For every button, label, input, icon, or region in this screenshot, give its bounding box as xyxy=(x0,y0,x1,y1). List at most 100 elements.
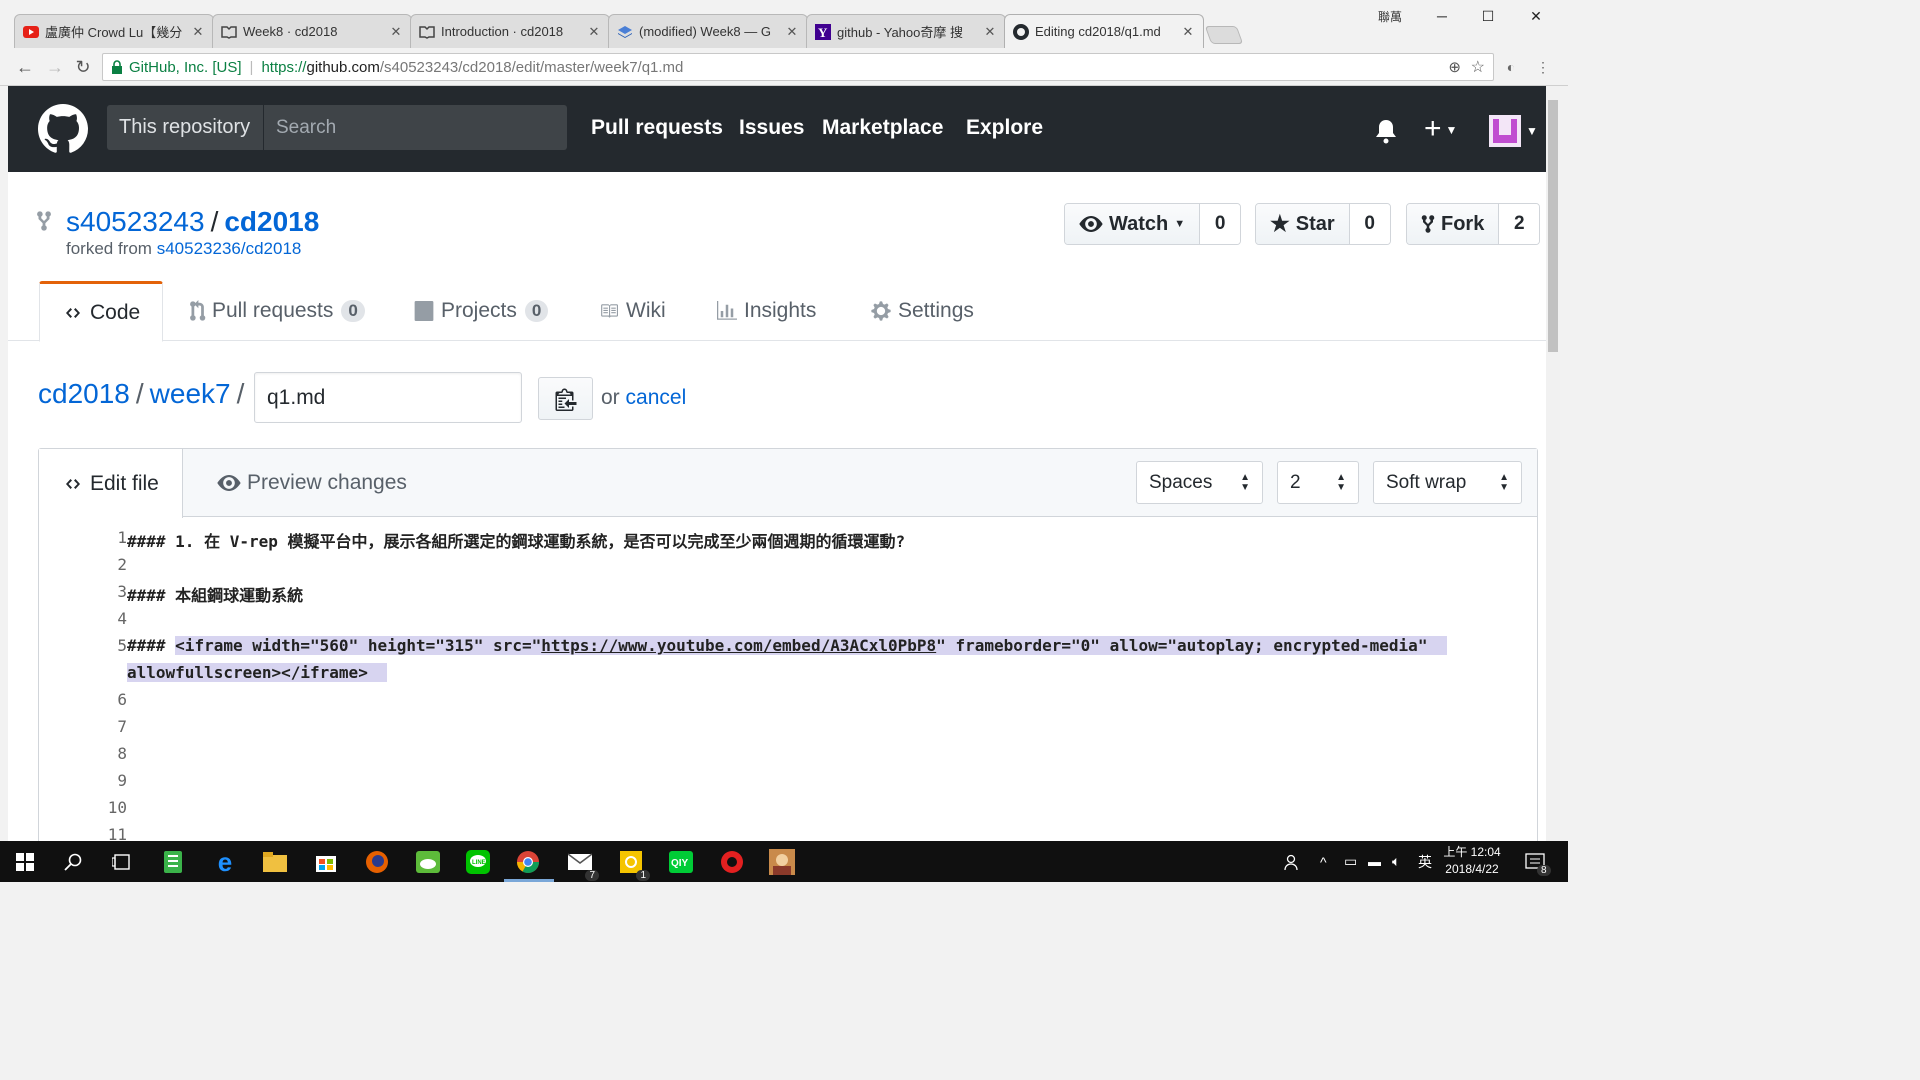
clippy-icon xyxy=(555,388,576,411)
indent-size-select[interactable]: 2 ▲ ▼ xyxy=(1277,461,1359,504)
battery-icon[interactable]: ▬ xyxy=(1368,841,1381,882)
tab-projects[interactable]: Projects 0 xyxy=(413,281,549,341)
search-input[interactable]: Search xyxy=(263,105,567,150)
star-button[interactable]: ★ Star xyxy=(1256,204,1350,244)
tab-edit-file[interactable]: Edit file xyxy=(39,449,183,518)
browser-tab-week8[interactable]: Week8 · cd2018 ✕ xyxy=(212,14,412,48)
back-arrow-icon[interactable]: ← xyxy=(12,54,38,80)
browser-tab-introduction[interactable]: Introduction · cd2018 ✕ xyxy=(410,14,610,48)
browser-menu-icon[interactable]: ⋮ xyxy=(1534,58,1552,76)
ime-indicator[interactable]: 英 xyxy=(1418,841,1432,882)
forward-arrow-icon[interactable]: → xyxy=(42,54,68,80)
code-line[interactable]: #### 1. 在 V-rep 模擬平台中，展示各組所選定的鋼球運動系統，是否可… xyxy=(127,528,905,552)
notification-bell-icon[interactable] xyxy=(1374,118,1398,149)
firefox-icon[interactable] xyxy=(362,847,392,877)
book-icon xyxy=(419,24,435,40)
notes-app-icon[interactable] xyxy=(158,847,188,877)
people-icon[interactable] xyxy=(1284,841,1302,882)
scrollbar-thumb[interactable] xyxy=(1548,100,1558,352)
nav-explore[interactable]: Explore xyxy=(966,116,1043,140)
repo-owner-link[interactable]: s40523243 xyxy=(66,206,205,237)
github-page: This repository Search Pull requests Iss… xyxy=(8,86,1546,841)
star-count[interactable]: 0 xyxy=(1349,204,1390,244)
code-line-wrapped[interactable]: allowfullscreen></iframe> xyxy=(127,663,388,682)
browser-tab-yahoo[interactable]: Y github - Yahoo奇摩 搜 ✕ xyxy=(806,14,1006,48)
search-scope-label[interactable]: This repository xyxy=(107,105,263,150)
filename-input[interactable] xyxy=(254,372,522,423)
garena-icon[interactable] xyxy=(717,847,747,877)
action-center-icon[interactable]: 8 xyxy=(1525,841,1551,882)
cloud-app-icon[interactable] xyxy=(413,847,443,877)
youtube-icon xyxy=(23,24,39,40)
tab-code[interactable]: Code xyxy=(39,281,164,342)
new-tab-button[interactable] xyxy=(1204,26,1244,44)
watch-count[interactable]: 0 xyxy=(1200,204,1241,244)
tab-wiki[interactable]: Wiki xyxy=(598,281,666,341)
task-view-icon[interactable] xyxy=(107,847,137,877)
line-app-icon[interactable]: LINE xyxy=(463,847,493,877)
close-tab-icon[interactable]: ✕ xyxy=(587,24,601,40)
browser-tab-modified-week8[interactable]: (modified) Week8 — G ✕ xyxy=(608,14,808,48)
nav-marketplace[interactable]: Marketplace xyxy=(822,116,943,140)
taskbar-clock[interactable]: 上午 12:04 2018/4/22 xyxy=(1440,844,1504,878)
address-bar[interactable]: GitHub, Inc. [US] | https://github.com/s… xyxy=(102,53,1494,81)
tab-pull-requests[interactable]: Pull requests 0 xyxy=(188,281,365,341)
forked-from-link[interactable]: s40523236/cd2018 xyxy=(157,239,302,258)
store-icon[interactable] xyxy=(311,847,341,877)
code-line[interactable]: #### 本組鋼球運動系統 xyxy=(127,582,303,606)
wrap-mode-select[interactable]: Soft wrap ▲ ▼ xyxy=(1373,461,1522,504)
repo-name-link[interactable]: cd2018 xyxy=(224,206,319,237)
github-logo-icon[interactable] xyxy=(38,104,88,154)
bookmark-star-icon[interactable]: ☆ xyxy=(1471,57,1485,77)
close-tab-icon[interactable]: ✕ xyxy=(389,24,403,40)
nav-pull-requests[interactable]: Pull requests xyxy=(591,116,723,140)
maximize-icon[interactable]: ☐ xyxy=(1464,0,1512,32)
browser-tab-youtube[interactable]: 盧廣仲 Crowd Lu【幾分 ✕ xyxy=(14,14,214,48)
close-tab-icon[interactable]: ✕ xyxy=(983,24,997,40)
code-line-selected[interactable]: #### <iframe width="560" height="315" sr… xyxy=(127,636,1447,655)
close-tab-icon[interactable]: ✕ xyxy=(1181,24,1195,40)
fork-button[interactable]: Fork xyxy=(1407,204,1500,244)
repo-forked-icon xyxy=(1421,215,1435,233)
cancel-link[interactable]: cancel xyxy=(626,386,687,409)
reload-icon[interactable]: ↻ xyxy=(70,54,96,80)
fork-count[interactable]: 2 xyxy=(1499,204,1540,244)
windows-start-icon[interactable] xyxy=(10,847,40,877)
nav-issues[interactable]: Issues xyxy=(739,116,804,140)
edge-browser-icon[interactable]: e xyxy=(210,847,240,877)
close-tab-icon[interactable]: ✕ xyxy=(191,24,205,40)
game-app-icon[interactable] xyxy=(767,847,797,877)
watch-button[interactable]: Watch ▼ xyxy=(1065,204,1201,244)
search-icon[interactable] xyxy=(58,847,88,877)
sticky-app-icon[interactable]: 1 xyxy=(616,847,650,881)
code-area[interactable]: 1 #### 1. 在 V-rep 模擬平台中，展示各組所選定的鋼球運動系統，是… xyxy=(39,518,1537,841)
breadcrumb-root-link[interactable]: cd2018 xyxy=(38,378,130,409)
close-window-icon[interactable]: ✕ xyxy=(1512,0,1560,32)
create-new-icon[interactable]: + ▼ xyxy=(1424,113,1457,145)
network-icon[interactable]: ▭ xyxy=(1344,841,1357,882)
select-arrows-icon: ▲ ▼ xyxy=(1240,472,1250,493)
minimize-icon[interactable]: ─ xyxy=(1418,0,1466,32)
tab-preview-changes[interactable]: Preview changes xyxy=(217,449,407,517)
iqiyi-icon[interactable]: QIY xyxy=(666,847,696,877)
browser-tab-editing[interactable]: Editing cd2018/q1.md ✕ xyxy=(1004,14,1204,48)
file-explorer-icon[interactable] xyxy=(260,847,290,877)
window-user-label[interactable]: 聯萬 xyxy=(1378,8,1402,25)
tab-settings[interactable]: Settings xyxy=(870,281,974,341)
avatar-dropdown-icon[interactable]: ▼ xyxy=(1526,124,1538,138)
tab-insights[interactable]: Insights xyxy=(716,281,816,341)
extension-icon[interactable]: ◐ xyxy=(1502,58,1520,76)
close-tab-icon[interactable]: ✕ xyxy=(785,24,799,40)
projects-counter: 0 xyxy=(524,300,549,322)
volume-icon[interactable]: 🔈︎ xyxy=(1392,841,1400,882)
chrome-icon[interactable] xyxy=(513,847,543,877)
breadcrumb-folder-link[interactable]: week7 xyxy=(150,378,231,409)
copy-path-button[interactable] xyxy=(538,377,593,420)
zoom-icon[interactable]: ⊕ xyxy=(1448,58,1461,76)
indent-mode-select[interactable]: Spaces ▲ ▼ xyxy=(1136,461,1263,504)
avatar[interactable] xyxy=(1489,115,1521,152)
tray-chevron-up-icon[interactable]: ^ xyxy=(1320,841,1327,882)
pulls-counter: 0 xyxy=(341,300,365,322)
secure-lock-icon[interactable] xyxy=(103,60,123,74)
mail-icon[interactable]: 7 xyxy=(565,847,599,881)
